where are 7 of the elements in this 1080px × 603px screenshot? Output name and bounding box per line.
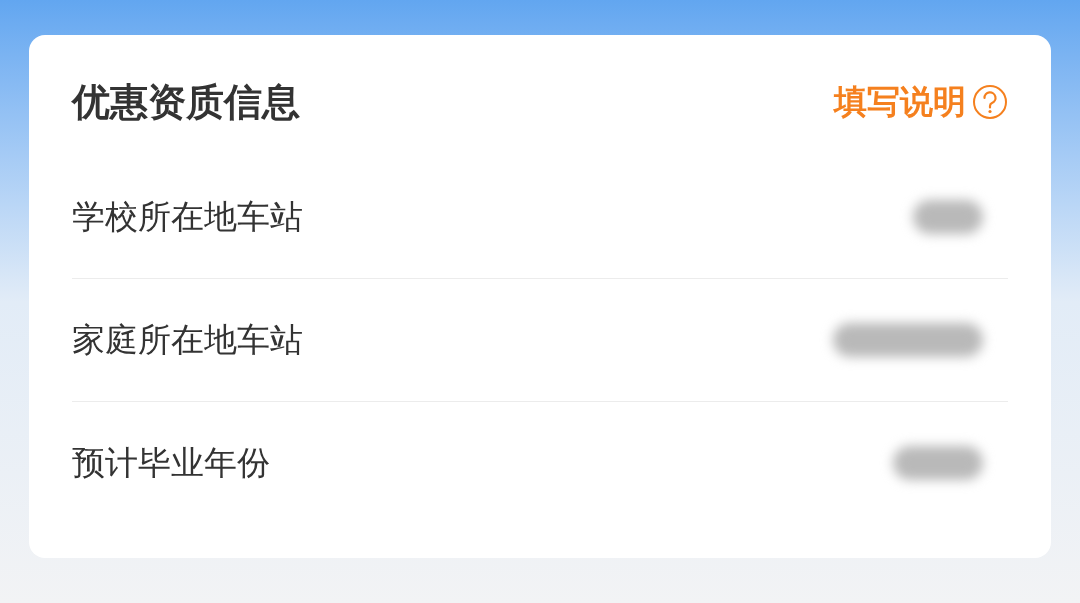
row-label: 预计毕业年份 [72,442,270,485]
help-link[interactable]: 填写说明 [834,77,1008,127]
blurred-value [913,199,983,234]
card-title: 优惠资质信息 [72,78,300,126]
row-label: 家庭所在地车站 [72,319,303,362]
row-label: 学校所在地车站 [72,195,303,238]
question-icon [972,84,1008,120]
